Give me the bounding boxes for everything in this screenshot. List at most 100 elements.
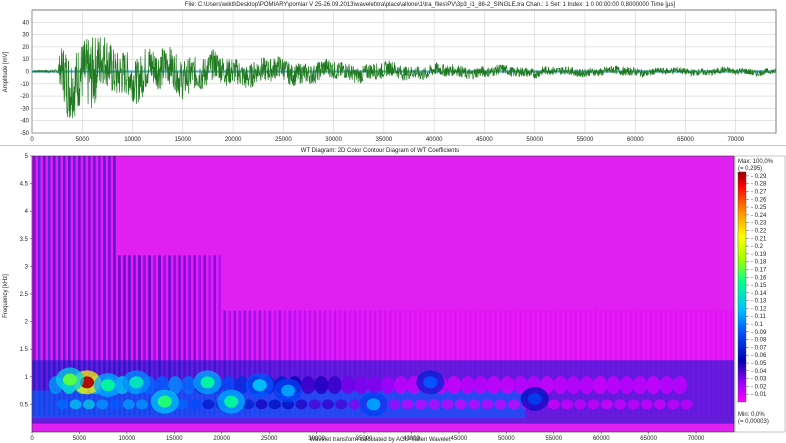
heatmap-cell [308, 399, 321, 410]
wavelet-heatmap [32, 156, 734, 432]
heatmap-cell [500, 376, 515, 395]
colorbar-tick-label: - 0.24 [751, 213, 767, 219]
wavelet-x-tick-label: 60000 [593, 436, 610, 442]
colorbar-tick-label: - 0.12 [751, 306, 767, 312]
wavelet-y-tick-label: 2.5 [20, 292, 29, 298]
heatmap-peak [200, 376, 215, 389]
heatmap-peak [252, 379, 267, 392]
heatmap-cell [507, 399, 520, 410]
colorbar-tick-label: - 0.25 [751, 205, 767, 211]
heatmap-cell [367, 376, 382, 395]
heatmap-cell [96, 399, 109, 410]
heatmap-cell [388, 399, 401, 410]
heatmap-cell [473, 376, 488, 395]
colorbar-tick-label: - 0.16 [751, 275, 767, 281]
heatmap-peak [62, 373, 77, 386]
wavelet-y-tick-label: 2 [25, 320, 29, 326]
heatmap-cell [614, 399, 627, 410]
heatmap-peak [423, 376, 438, 389]
colorbar-tick-label: - 0.01 [751, 392, 767, 398]
heatmap-cell [561, 399, 574, 410]
waveform-y-tick-label: 30 [22, 33, 29, 39]
colorbar-max-label: Max: 100,0% [738, 159, 774, 165]
wavelet-x-tick-label: 15000 [166, 436, 183, 442]
wavelet-y-tick-label: 1 [25, 375, 29, 381]
colorbar-tick-label: - 0.28 [751, 182, 767, 188]
waveform-chart: File: C:\Users\wiktl\Desktop\POMIARY\pom… [3, 2, 777, 143]
heatmap-cell [314, 376, 329, 395]
wavelet-x-label: Wavelet transform calculated by AGU-Vall… [310, 437, 451, 443]
waveform-x-tick-label: 0 [30, 137, 34, 143]
wavelet-x-tick-label: 5000 [73, 436, 87, 442]
heatmap-cell [481, 399, 494, 410]
heatmap-cell [255, 399, 268, 410]
heatmap-cell [494, 399, 507, 410]
colorbar-tick-label: - 0.13 [751, 299, 767, 305]
heatmap-cell [109, 399, 122, 410]
heatmap-cell [587, 399, 600, 410]
colorbar-tick-label: - 0.26 [751, 197, 767, 203]
waveform-y-tick-label: -30 [20, 106, 29, 112]
heatmap-peak [527, 392, 542, 405]
heatmap-cell [640, 399, 653, 410]
colorbar-tick-label: - 0.04 [751, 369, 767, 375]
heatmap-cell [340, 376, 355, 395]
wavelet-x-tick-label: 55000 [545, 436, 562, 442]
wavelet-y-tick-label: 4 [25, 209, 29, 215]
heatmap-cell [454, 399, 467, 410]
heatmap-cell [593, 376, 608, 395]
colorbar-tick-label: - 0.17 [751, 267, 767, 273]
waveform-y-tick-label: 20 [22, 45, 29, 51]
colorbar-min-label: Min: 0,0% [738, 412, 765, 418]
heatmap-cell [460, 376, 475, 395]
heatmap-cell [380, 376, 395, 395]
wavelet-y-tick-label: 5 [25, 154, 29, 160]
colorbar-tick-label: - 0.23 [751, 221, 767, 227]
heatmap-cell [428, 399, 441, 410]
heatmap-cell [447, 376, 462, 395]
heatmap-cell [56, 399, 69, 410]
heatmap-cell [547, 399, 560, 410]
colorbar-tick-label: - 0.21 [751, 236, 767, 242]
heatmap-cell [82, 399, 95, 410]
waveform-y-tick-label: 0 [26, 70, 30, 76]
heatmap-cell [189, 399, 202, 410]
waveform-y-label: Amplitude [mV] [3, 51, 9, 92]
wavelet-y-ticks: 5 4.5 4 3.5 3 2.5 2 1.5 1 0.5 [20, 154, 32, 408]
colorbar-min-value: (= 0,00003) [738, 419, 769, 425]
wavelet-y-tick-label: 1.5 [20, 347, 29, 353]
heatmap-cell [680, 399, 693, 410]
waveform-x-tick-label: 10000 [124, 137, 141, 143]
waveform-x-tick-label: 65000 [677, 137, 694, 143]
colorbar-gradient [737, 171, 747, 403]
waveform-x-tick-label: 70000 [727, 137, 744, 143]
heatmap-cell [441, 399, 454, 410]
colorbar-tick-label: - 0.1 [751, 322, 764, 328]
waveform-y-tick-label: -50 [20, 131, 29, 137]
waveform-y-tick-label: 10 [22, 57, 29, 63]
heatmap-peak [100, 379, 115, 392]
colorbar-tick-label: - 0.29 [751, 174, 767, 180]
wavelet-y-tick-label: 3 [25, 264, 29, 270]
wavelet-x-tick-label: 0 [30, 436, 34, 442]
waveform-x-tick-label: 5000 [76, 137, 90, 143]
heatmap-cell [301, 376, 316, 395]
waveform-x-ticks: 0 5000 10000 15000 20000 25000 30000 35000 40000… [30, 137, 744, 143]
colorbar-tick-label: - 0.27 [751, 189, 767, 195]
heatmap-cell [394, 376, 409, 395]
heatmap-cell [553, 376, 568, 395]
colorbar-tick-label: - 0.03 [751, 377, 767, 383]
heatmap-cell [606, 376, 621, 395]
heatmap-cell [654, 399, 667, 410]
heatmap-cell [667, 399, 680, 410]
heatmap-cell [327, 376, 342, 395]
wavelet-title: WT Diagram: 2D Color Contour Diagram of … [301, 148, 459, 154]
waveform-y-tick-label: 40 [22, 20, 29, 26]
wavelet-x-tick-label: 25000 [261, 436, 278, 442]
waveform-x-tick-label: 40000 [426, 137, 443, 143]
waveform-x-tick-label: 50000 [526, 137, 543, 143]
colorbar-tick-label: - 0.14 [751, 291, 767, 297]
heatmap-cell [136, 399, 149, 410]
heatmap-cell [354, 376, 369, 395]
heatmap-cell [600, 399, 613, 410]
